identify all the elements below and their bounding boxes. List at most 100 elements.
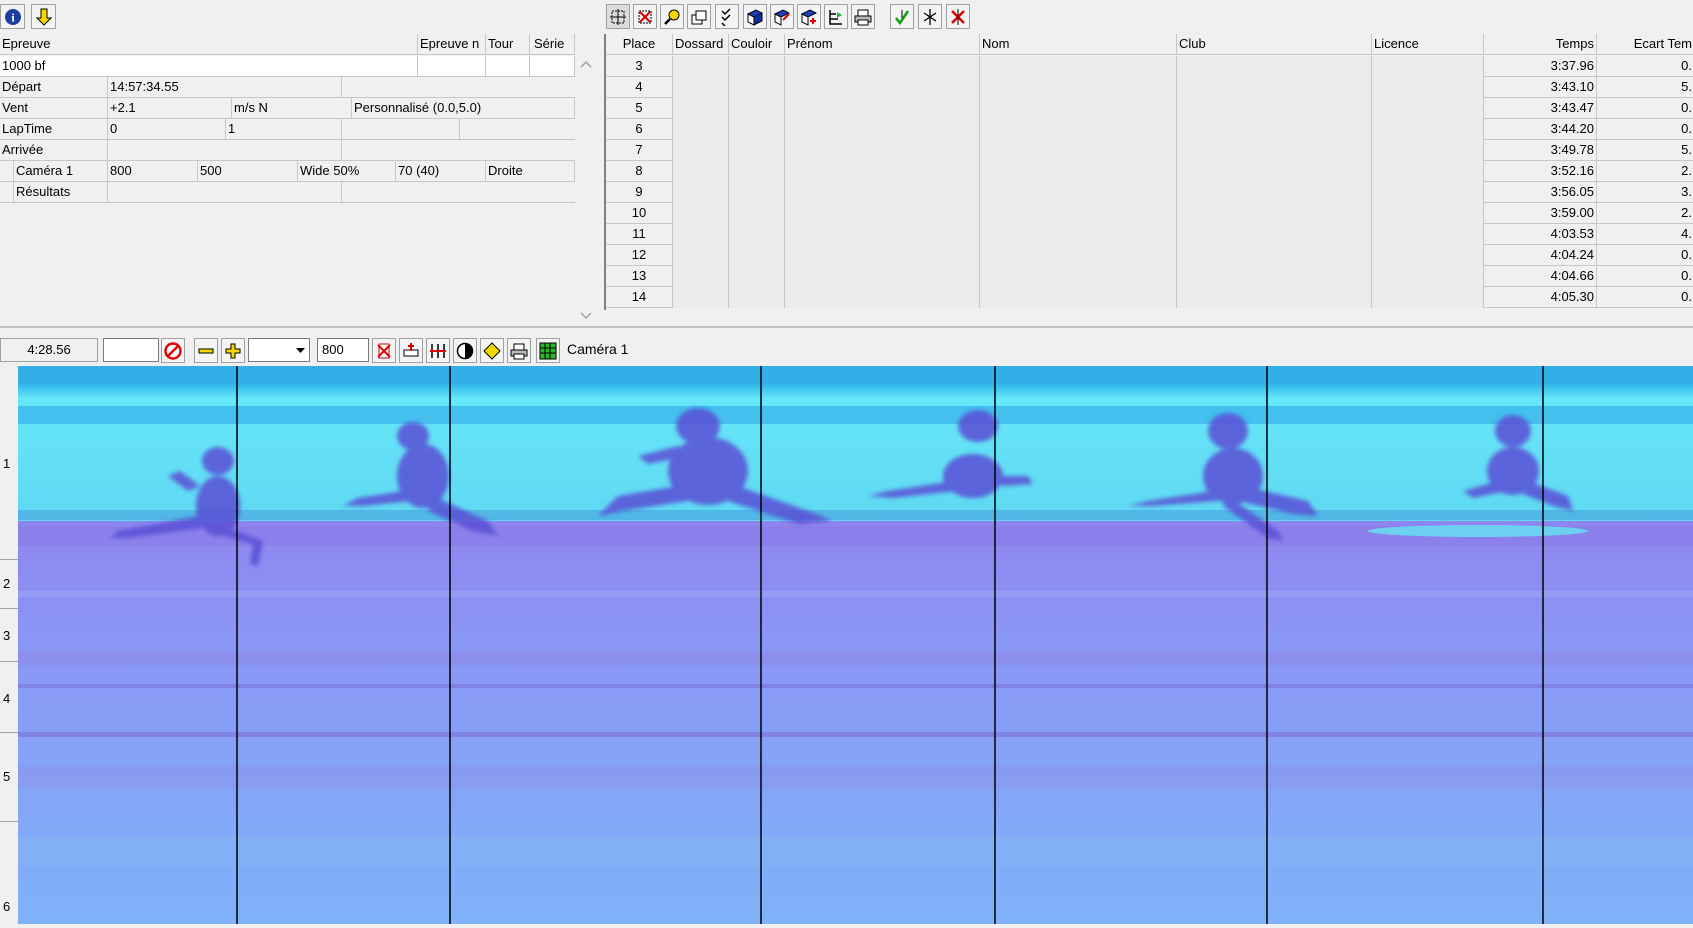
tree-button[interactable] [824,4,848,29]
close-red-button[interactable] [633,4,657,29]
cell-licence[interactable] [1372,77,1484,98]
camera-v2[interactable]: 500 [198,161,298,182]
cell-licence[interactable] [1372,266,1484,287]
cell-couloir[interactable] [729,140,785,161]
header-licence[interactable]: Licence [1372,34,1484,55]
cell-place[interactable]: 6 [606,119,673,140]
time-input[interactable] [103,338,159,362]
cell-place[interactable]: 7 [606,140,673,161]
cell-licence[interactable] [1372,182,1484,203]
cell-licence[interactable] [1372,56,1484,77]
cell-couloir[interactable] [729,119,785,140]
cell-prenom[interactable] [785,77,980,98]
cell-club[interactable] [1177,77,1372,98]
event-tour[interactable] [486,56,530,77]
delete-line-button[interactable] [372,338,396,363]
cell-nom[interactable] [980,182,1177,203]
cell-nom[interactable] [980,245,1177,266]
zoom-out-button[interactable] [194,338,218,363]
table-row[interactable]: 14 4:05.30 0. [606,287,1693,308]
cell-nom[interactable] [980,203,1177,224]
zoom-select[interactable] [248,338,310,362]
cell-temps[interactable]: 3:44.20 [1484,119,1597,140]
table-row[interactable]: 8 3:52.16 2. [606,161,1693,182]
vent-value[interactable]: +2.1 [108,98,232,119]
header-place[interactable]: Place [606,34,673,55]
cancel-button[interactable] [161,338,185,363]
cell-nom[interactable] [980,266,1177,287]
split-button[interactable] [918,4,942,29]
header-ecart[interactable]: Ecart Tem [1597,34,1693,55]
cell-prenom[interactable] [785,56,980,77]
windows-button[interactable] [687,4,711,29]
cell-prenom[interactable] [785,224,980,245]
cell-prenom[interactable] [785,266,980,287]
down-arrow-button[interactable] [31,4,56,29]
table-row[interactable]: 13 4:04.66 0. [606,266,1693,287]
cell-ecart[interactable]: 0. [1597,56,1693,77]
cell-nom[interactable] [980,140,1177,161]
arrivee-row[interactable]: Arrivée [0,140,575,161]
cell-temps[interactable]: 4:03.53 [1484,224,1597,245]
finish-photo-canvas[interactable] [18,366,1693,924]
cell-prenom[interactable] [785,98,980,119]
cell-dossard[interactable] [673,287,729,308]
header-nom[interactable]: Nom [980,34,1177,55]
depart-time[interactable]: 14:57:34.55 [108,77,342,98]
cell-licence[interactable] [1372,140,1484,161]
camera-v4[interactable]: 70 (40) [396,161,486,182]
laptime-v3[interactable] [342,119,460,140]
event-number[interactable] [418,56,486,77]
table-row[interactable]: 9 3:56.05 3. [606,182,1693,203]
cell-couloir[interactable] [729,287,785,308]
cell-licence[interactable] [1372,224,1484,245]
scroll-down-icon[interactable] [580,312,592,320]
cell-dossard[interactable] [673,77,729,98]
cell-club[interactable] [1177,203,1372,224]
cell-place[interactable]: 11 [606,224,673,245]
arrivee-value[interactable] [108,140,342,161]
cell-club[interactable] [1177,245,1372,266]
cell-couloir[interactable] [729,245,785,266]
cell-ecart[interactable]: 2. [1597,203,1693,224]
zoom-grid-button[interactable] [606,4,630,29]
contrast-button[interactable] [453,338,477,363]
grid-button[interactable] [536,338,560,363]
green-check-button[interactable] [890,4,914,29]
cell-nom[interactable] [980,77,1177,98]
cell-licence[interactable] [1372,161,1484,182]
cell-club[interactable] [1177,56,1372,77]
header-club[interactable]: Club [1177,34,1372,55]
camera-v3[interactable]: Wide 50% [298,161,396,182]
cell-temps[interactable]: 4:04.24 [1484,245,1597,266]
cell-dossard[interactable] [673,161,729,182]
print-image-button[interactable] [507,338,531,363]
cell-couloir[interactable] [729,161,785,182]
table-row[interactable]: 7 3:49.78 5. [606,140,1693,161]
header-temps[interactable]: Temps [1484,34,1597,55]
magnifier-button[interactable] [660,4,684,29]
cell-temps[interactable]: 3:49.78 [1484,140,1597,161]
cell-place[interactable]: 13 [606,266,673,287]
cell-dossard[interactable] [673,98,729,119]
cell-ecart[interactable]: 0. [1597,98,1693,119]
cell-dossard[interactable] [673,182,729,203]
width-input[interactable]: 800 [317,338,369,362]
cell-couloir[interactable] [729,98,785,119]
cell-licence[interactable] [1372,245,1484,266]
cell-nom[interactable] [980,56,1177,77]
cell-licence[interactable] [1372,287,1484,308]
vent-mode[interactable]: Personnalisé (0.0,5.0) [352,98,575,119]
cell-club[interactable] [1177,98,1372,119]
cell-club[interactable] [1177,224,1372,245]
cell-place[interactable]: 12 [606,245,673,266]
laptime-v1[interactable]: 0 [108,119,226,140]
lane-lines-button[interactable] [426,338,450,363]
cell-temps[interactable]: 3:56.05 [1484,182,1597,203]
results-value[interactable] [108,182,342,203]
cell-temps[interactable]: 3:43.47 [1484,98,1597,119]
printer-button[interactable] [851,4,875,29]
left-scrollbar[interactable] [577,56,595,324]
cell-dossard[interactable] [673,224,729,245]
cell-couloir[interactable] [729,203,785,224]
